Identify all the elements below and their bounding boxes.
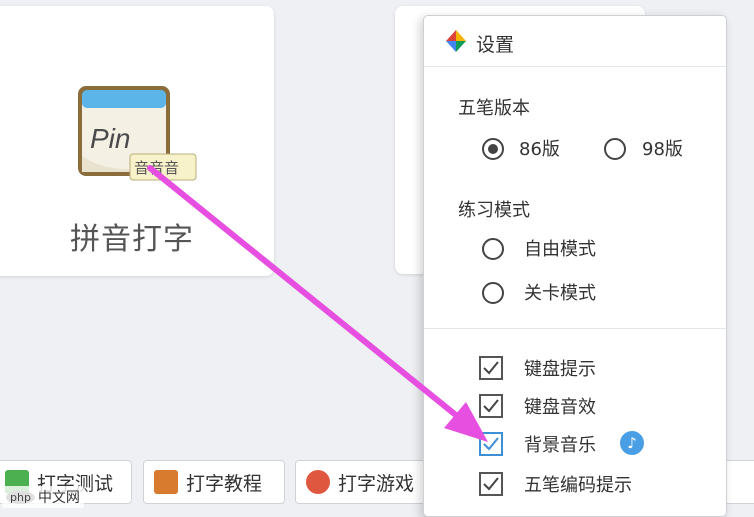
- svg-text:Pin: Pin: [90, 123, 130, 154]
- radio-86-label[interactable]: 86版: [519, 135, 560, 161]
- tutorial-label: 打字教程: [186, 472, 263, 495]
- tutorial-book-icon: [154, 470, 178, 494]
- radio-98[interactable]: [604, 138, 626, 160]
- radio-86[interactable]: [482, 138, 504, 160]
- wubi-code-hint-checkbox[interactable]: [479, 472, 503, 496]
- wubi-code-hint-label[interactable]: 五笔编码提示: [524, 471, 632, 497]
- tutorial-button[interactable]: 打字教程: [143, 460, 285, 504]
- wubi-version-title: 五笔版本: [458, 98, 530, 119]
- watermark: php 中文网: [2, 486, 84, 508]
- pinyin-app-icon: Pin 音音音: [78, 86, 197, 181]
- settings-dialog: 设置 五笔版本 86版 98版 练习模式 自由模式 关卡模式 键盘提示 键盘音效…: [423, 15, 727, 517]
- keyboard-sound-checkbox[interactable]: [479, 394, 503, 418]
- watermark-logo: php: [6, 490, 35, 504]
- svg-text:音音音: 音音音: [134, 159, 179, 177]
- free-mode-label[interactable]: 自由模式: [524, 235, 596, 261]
- game-button[interactable]: 打字游戏: [295, 460, 435, 504]
- divider: [424, 328, 726, 329]
- dialog-title: 设置: [476, 34, 515, 56]
- card-title: 拼音打字: [70, 222, 194, 257]
- keyboard-hint-label[interactable]: 键盘提示: [524, 355, 596, 381]
- dialog-header: 设置: [424, 16, 726, 67]
- app-logo-icon: [446, 30, 466, 52]
- background-music-checkbox[interactable]: [479, 432, 503, 456]
- level-mode-label[interactable]: 关卡模式: [524, 279, 596, 305]
- radio-level-mode[interactable]: [482, 282, 504, 304]
- pinyin-typing-card[interactable]: Pin 音音音 拼音打字: [0, 6, 274, 276]
- watermark-text: 中文网: [37, 490, 80, 506]
- radio-free-mode[interactable]: [482, 238, 504, 260]
- game-label: 打字游戏: [338, 472, 415, 495]
- keyboard-hint-checkbox[interactable]: [479, 356, 503, 380]
- practice-mode-title: 练习模式: [458, 200, 530, 221]
- radio-98-label[interactable]: 98版: [642, 135, 683, 161]
- keyboard-sound-label[interactable]: 键盘音效: [524, 393, 596, 419]
- music-note-icon[interactable]: ♪: [620, 431, 644, 455]
- game-balloon-icon: [306, 470, 330, 494]
- background-music-label[interactable]: 背景音乐: [524, 431, 596, 457]
